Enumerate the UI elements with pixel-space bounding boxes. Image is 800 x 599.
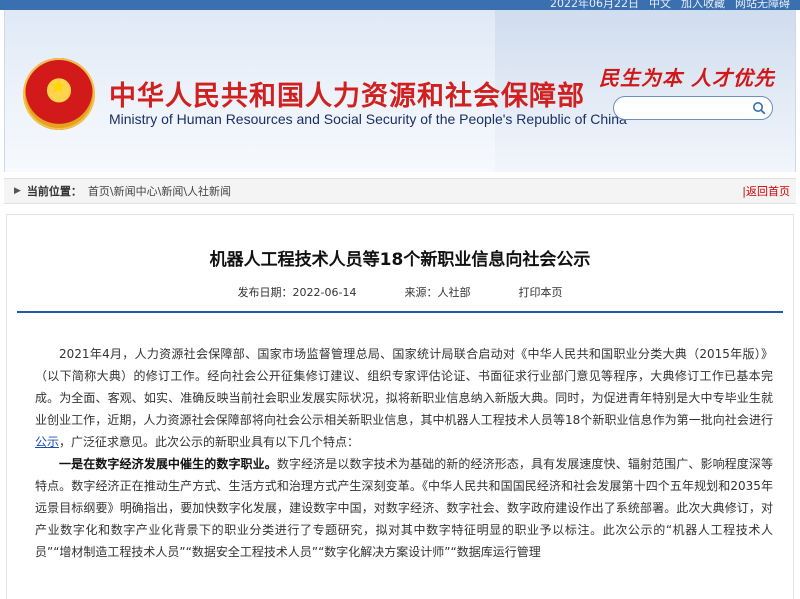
top-strip: 2022年06月22日 中文 加入收藏 网站无障碍 <box>0 0 800 10</box>
print-link[interactable]: 打印本页 <box>518 284 562 300</box>
article-title: 机器人工程技术人员等18个新职业信息向社会公示 <box>209 250 591 270</box>
search-box <box>613 96 773 120</box>
search-input[interactable] <box>624 102 750 114</box>
breadcrumb-path[interactable]: 首页\新闻中心\新闻\人社新闻 <box>88 183 231 199</box>
paragraph-2: 一是在数字经济发展中催生的数字职业。数字经济是以数字技术为基础的新的经济形态，具… <box>35 453 773 563</box>
paragraph-1-tail: ，广泛征求意见。此次公示的新职业具有以下几个特点： <box>59 435 360 449</box>
slogan-calligraphy: 民生为本 人才优先 <box>599 66 775 90</box>
back-home-link[interactable]: |返回首页 <box>742 183 790 199</box>
search-icon[interactable] <box>750 99 768 117</box>
paragraph-2-text: 数字经济是以数字技术为基础的新的经济形态，具有发展速度快、辐射范围广、影响程度深… <box>35 457 773 559</box>
site-title[interactable]: 中华人民共和国人力资源和社会保障部 <box>109 74 585 113</box>
paragraph-1-text: 2021年4月，人力资源社会保障部、国家市场监督管理总局、国家统计局联合启动对《… <box>35 347 773 427</box>
article-meta: 发布日期：2022-06-14 来源：人社部 打印本页 <box>7 284 793 300</box>
breadcrumb-label: 当前位置： <box>26 185 82 198</box>
paragraph-1: 2021年4月，人力资源社会保障部、国家市场监督管理总局、国家统计局联合启动对《… <box>35 343 773 453</box>
title-divider <box>17 311 783 313</box>
site-banner: ★ 中华人民共和国人力资源和社会保障部 Ministry of Human Re… <box>4 10 796 172</box>
national-emblem-icon: ★ <box>23 58 95 130</box>
article-container: 机器人工程技术人员等18个新职业信息向社会公示 发布日期：2022-06-14 … <box>6 214 794 599</box>
publish-date: 发布日期：2022-06-14 <box>237 286 357 299</box>
breadcrumb: ▶ 当前位置： 首页\新闻中心\新闻\人社新闻 |返回首页 <box>4 178 796 204</box>
publicity-link[interactable]: 公示 <box>35 435 59 449</box>
paragraph-2-heading: 一是在数字经济发展中催生的数字职业。 <box>59 457 277 471</box>
article-body: 2021年4月，人力资源社会保障部、国家市场监督管理总局、国家统计局联合启动对《… <box>35 343 773 563</box>
triangle-right-icon: ▶ <box>14 186 21 196</box>
site-subtitle: Ministry of Human Resources and Social S… <box>109 111 627 127</box>
article-source: 来源：人社部 <box>404 286 471 299</box>
